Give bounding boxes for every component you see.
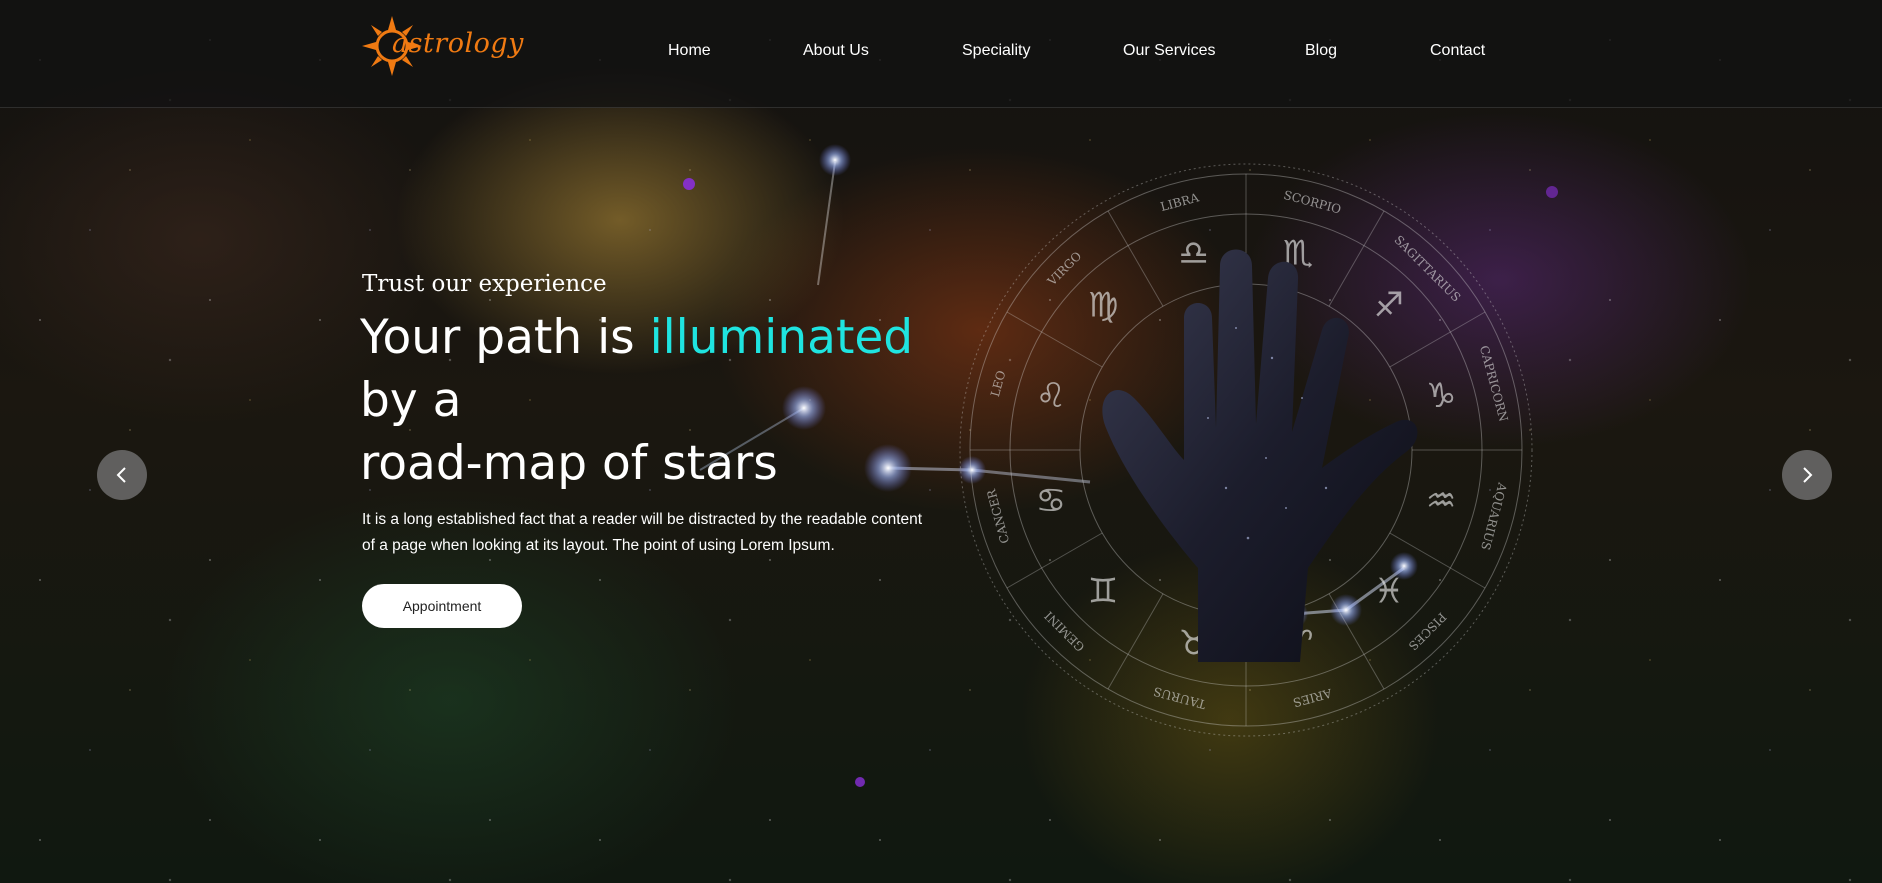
appointment-button[interactable]: Appointment bbox=[362, 584, 522, 628]
hero-title-part1: Your path is bbox=[360, 310, 650, 365]
zodiac-sign-label: LIBRA bbox=[1159, 190, 1201, 214]
site-header: astrology Home About Us Speciality Our S… bbox=[0, 0, 1882, 108]
zodiac-symbol-icon: ♒ bbox=[1426, 481, 1456, 521]
slider-next-button[interactable] bbox=[1782, 450, 1832, 500]
hero-description-line2: of a page when looking at its layout. Th… bbox=[362, 537, 835, 554]
nav-blog[interactable]: Blog bbox=[1305, 42, 1337, 60]
main-nav: Home About Us Speciality Our Services Bl… bbox=[0, 0, 1882, 104]
hero-title-line3: road-map of stars bbox=[360, 436, 778, 491]
zodiac-symbol-icon: ♋ bbox=[1036, 481, 1066, 521]
zodiac-symbol-icon: ♑ bbox=[1426, 376, 1456, 416]
zodiac-sign-label: LEO bbox=[988, 369, 1008, 398]
nav-about-us[interactable]: About Us bbox=[803, 42, 869, 60]
hero-title-line2: by a bbox=[360, 373, 462, 428]
chevron-right-icon bbox=[1803, 467, 1813, 483]
hero-description-line1: It is a long established fact that a rea… bbox=[362, 511, 923, 528]
zodiac-sign-label: AQUARIUS bbox=[1478, 480, 1510, 551]
hero-description: It is a long established fact that a rea… bbox=[362, 507, 942, 559]
slider-prev-button[interactable] bbox=[97, 450, 147, 500]
zodiac-sign-label: TAURUS bbox=[1152, 684, 1207, 711]
hero-title-accent: illuminated bbox=[649, 310, 914, 365]
cosmic-hand-image bbox=[1102, 249, 1418, 662]
nav-home[interactable]: Home bbox=[668, 42, 711, 60]
nav-speciality[interactable]: Speciality bbox=[962, 42, 1030, 60]
nav-contact[interactable]: Contact bbox=[1430, 42, 1485, 60]
zodiac-sign-label: SCORPIO bbox=[1282, 188, 1343, 217]
zodiac-sign-label: CANCER bbox=[984, 487, 1012, 545]
zodiac-symbol-icon: ♌ bbox=[1036, 376, 1066, 416]
nav-our-services[interactable]: Our Services bbox=[1123, 42, 1215, 60]
hero-title: Your path is illuminated by a road-map o… bbox=[360, 306, 980, 495]
zodiac-sign-label: ARIES bbox=[1292, 686, 1335, 710]
chevron-left-icon bbox=[116, 467, 126, 483]
hero-subtitle: Trust our experience bbox=[362, 271, 607, 297]
